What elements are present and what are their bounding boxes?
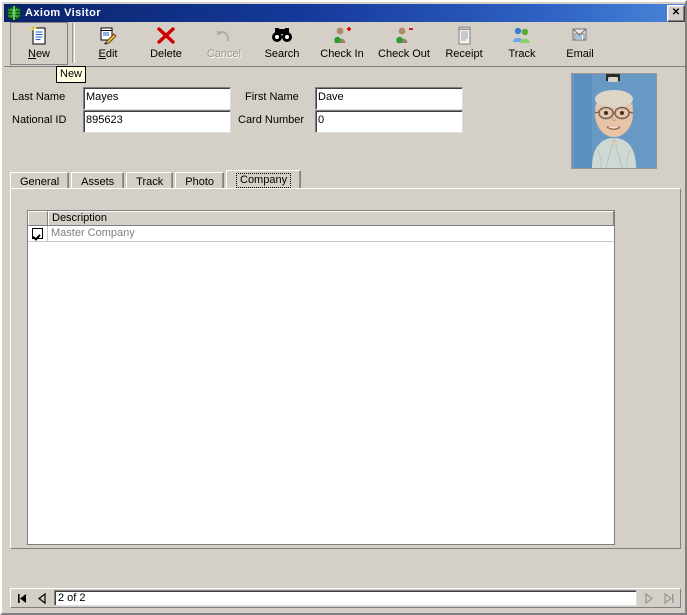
binoculars-icon <box>270 25 294 47</box>
input-card-number[interactable]: 0 <box>315 110 463 133</box>
edit-pencil-icon <box>96 25 120 47</box>
axiom-logo-icon <box>6 5 22 21</box>
window-title: Axiom Visitor <box>25 7 101 19</box>
toolbar-label-delete: Delete <box>150 48 182 60</box>
toolbar-label-edit: Edit <box>98 48 118 60</box>
label-card-number: Card Number <box>238 114 305 126</box>
label-first-name: First Name <box>245 91 299 103</box>
record-navigator: 2 of 2 <box>10 588 681 608</box>
last-record-button[interactable] <box>659 590 679 606</box>
toolbar-button-email[interactable]: Email <box>551 22 609 65</box>
email-icon <box>568 25 592 47</box>
toolbar-separator <box>72 23 75 63</box>
main-toolbar: New Edit Delete Cancel Search Check In C… <box>4 22 685 67</box>
user-minus-icon <box>392 25 416 47</box>
tab-label-company: Company <box>236 172 292 188</box>
toolbar-label-track: Track <box>508 48 536 60</box>
first-record-button[interactable] <box>12 590 32 606</box>
toolbar-button-search[interactable]: Search <box>253 22 311 65</box>
input-last-name[interactable]: Mayes <box>83 87 231 110</box>
toolbar-label-check-out: Check Out <box>378 48 430 60</box>
input-national-id[interactable]: 895623 <box>83 110 231 133</box>
tab-strip: General Assets Track Photo Company <box>10 170 681 190</box>
new-button-frame <box>10 22 68 65</box>
toolbar-label-receipt: Receipt <box>445 48 483 60</box>
receipt-icon <box>452 25 476 47</box>
grid-header-row: Description <box>28 211 614 226</box>
toolbar-label-email: Email <box>566 48 594 60</box>
grid-header-select[interactable] <box>28 211 48 225</box>
tooltip-new: New <box>56 66 87 83</box>
toolbar-button-receipt[interactable]: Receipt <box>435 22 493 65</box>
table-row[interactable]: Master Company <box>28 226 614 242</box>
delete-x-icon <box>154 25 178 47</box>
grid-header-description[interactable]: Description <box>48 211 614 225</box>
toolbar-button-check-out[interactable]: Check Out <box>373 22 435 65</box>
toolbar-button-track[interactable]: Track <box>493 22 551 65</box>
toolbar-button-delete[interactable]: Delete <box>137 22 195 65</box>
tab-label-track: Track <box>136 175 164 188</box>
close-icon[interactable]: ✕ <box>667 4 685 22</box>
previous-record-button[interactable] <box>32 590 52 606</box>
visitor-photo <box>571 73 657 169</box>
user-plus-icon <box>330 25 354 47</box>
toolbar-label-cancel: Cancel <box>206 48 242 60</box>
grid-row-checkbox-cell[interactable] <box>28 226 48 241</box>
toolbar-button-cancel: Cancel <box>195 22 253 65</box>
input-first-name[interactable]: Dave <box>315 87 463 110</box>
toolbar-button-new[interactable]: New <box>10 22 68 65</box>
window-bottom-strip <box>4 610 685 613</box>
application-window: Axiom Visitor ✕ New Edit Delete Cancel S… <box>0 0 687 615</box>
toolbar-button-edit[interactable]: Edit <box>79 22 137 65</box>
toolbar-button-check-in[interactable]: Check In <box>311 22 373 65</box>
grid-row-description[interactable]: Master Company <box>48 226 614 241</box>
company-grid[interactable]: Description Master Company <box>27 210 615 545</box>
title-bar: Axiom Visitor ✕ <box>4 4 685 22</box>
undo-arrow-icon <box>212 25 236 47</box>
label-national-id: National ID <box>12 114 67 126</box>
tab-label-assets: Assets <box>81 175 115 188</box>
record-position-field[interactable]: 2 of 2 <box>54 590 637 606</box>
tab-company[interactable]: Company <box>226 170 302 189</box>
tab-label-photo: Photo <box>185 175 214 188</box>
next-record-button[interactable] <box>639 590 659 606</box>
checkbox-checked-icon[interactable] <box>32 228 43 239</box>
toolbar-label-check-in: Check In <box>320 48 364 60</box>
two-users-icon <box>510 25 534 47</box>
label-last-name: Last Name <box>12 91 66 103</box>
toolbar-label-search: Search <box>264 48 300 60</box>
tab-label-general: General <box>20 175 60 188</box>
